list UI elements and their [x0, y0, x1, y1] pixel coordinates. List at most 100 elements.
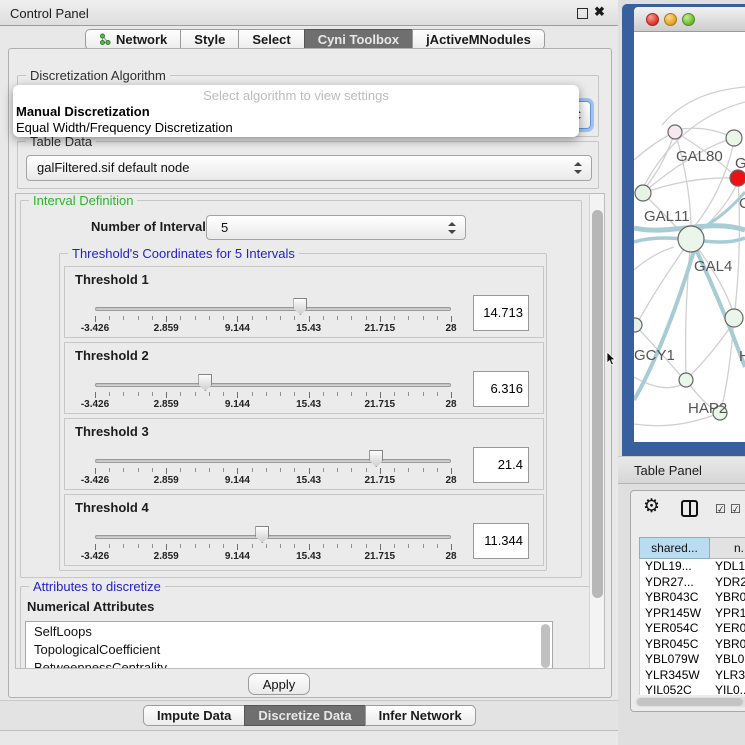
mac-close-button[interactable] — [646, 13, 659, 26]
threshold-panel: Threshold 4-3.4262.8599.14415.4321.71528… — [64, 494, 544, 566]
number-of-intervals-label: Number of Intervals — [91, 219, 213, 234]
settings-scrollbar-thumb[interactable] — [592, 210, 603, 598]
checkbox-icon[interactable]: ☑ — [730, 502, 741, 516]
tab-infer-network[interactable]: Infer Network — [365, 705, 476, 726]
attribute-item-betweennesscentrality[interactable]: BetweennessCentrality — [26, 658, 552, 669]
threshold-value-field[interactable]: 11.344 — [473, 523, 529, 559]
column-header-shared-name[interactable]: shared... — [639, 537, 710, 559]
tab-network[interactable]: Network — [85, 29, 181, 50]
slider-tick — [394, 392, 395, 396]
slider-tick — [280, 316, 281, 320]
tab-cyni-toolbox[interactable]: Cyni Toolbox — [304, 29, 413, 50]
slider-track[interactable] — [95, 535, 451, 539]
mac-minimize-button[interactable] — [664, 13, 677, 26]
slider-tick — [266, 544, 267, 548]
table-row[interactable]: YDL19...YDL1... — [640, 559, 745, 575]
threshold-value-field[interactable]: 14.713 — [473, 295, 529, 331]
popup-item-manual-discretization[interactable]: Manual Discretization — [13, 104, 579, 120]
cell-shared-name: YDL19... — [640, 559, 711, 575]
network-node-selected[interactable] — [730, 170, 745, 186]
slider-tick — [366, 468, 367, 472]
table-row[interactable]: YBL079WYBL0... — [640, 652, 745, 668]
slider-tick — [109, 468, 110, 472]
attribute-item-selfloops[interactable]: SelfLoops — [26, 622, 552, 640]
slider-tick — [223, 468, 224, 472]
slider-thumb[interactable] — [369, 450, 383, 467]
slider-tick — [223, 544, 224, 548]
slider-thumb[interactable] — [293, 298, 307, 315]
slider-tick — [309, 468, 310, 474]
network-node[interactable] — [634, 318, 642, 332]
table-hscrollbar-thumb[interactable] — [637, 698, 743, 706]
slider-tick — [294, 468, 295, 472]
table-hscrollbar-track[interactable] — [635, 697, 745, 707]
threshold-panel: Threshold 2-3.4262.8599.14415.4321.71528… — [64, 342, 544, 414]
network-node[interactable] — [725, 309, 743, 327]
mac-zoom-button[interactable] — [682, 13, 695, 26]
network-view-window: GAL80GACGAL11GAL4GCY1HHAP2 — [622, 4, 745, 456]
table-row[interactable]: YER054CYER0... — [640, 621, 745, 637]
split-panel-icon[interactable] — [681, 500, 698, 517]
tab-discretize-data[interactable]: Discretize Data — [244, 705, 365, 726]
apply-button[interactable]: Apply — [248, 673, 310, 695]
network-graph: GAL80GACGAL11GAL4GCY1HHAP2 — [634, 32, 745, 442]
slider-tick — [437, 316, 438, 320]
table-row[interactable]: YIL052CYIL0... — [640, 683, 745, 695]
slider-tick — [237, 392, 238, 398]
slider-track[interactable] — [95, 383, 451, 387]
table-data-combobox[interactable]: galFiltered.sif default node — [26, 155, 592, 181]
table-row[interactable]: YBR045CYBR0... — [640, 637, 745, 653]
popup-item-equal-width-frequency[interactable]: Equal Width/Frequency Discretization — [13, 120, 579, 136]
network-canvas[interactable]: GAL80GACGAL11GAL4GCY1HHAP2 — [634, 32, 745, 442]
threshold-value-field[interactable]: 6.316 — [473, 371, 529, 407]
attributes-list-scrollbar[interactable] — [541, 624, 550, 668]
cell-shared-name: YIL052C — [640, 683, 711, 695]
slider-track[interactable] — [95, 459, 451, 463]
numerical-attributes-list: SelfLoopsTopologicalCoefficientBetweenne… — [25, 621, 553, 669]
network-node[interactable] — [635, 185, 651, 201]
network-node[interactable] — [678, 226, 704, 252]
slider-tick — [123, 544, 124, 548]
tab-select[interactable]: Select — [238, 29, 304, 50]
tab-impute-data[interactable]: Impute Data — [143, 705, 245, 726]
column-header-name[interactable]: n... — [710, 537, 745, 559]
gear-icon[interactable]: ⚙ — [643, 495, 660, 518]
tab-label: Discretize Data — [258, 708, 351, 723]
network-node-label-hap2: HAP2 — [688, 400, 727, 417]
slider-tick — [323, 392, 324, 396]
slider-tick — [209, 468, 210, 472]
float-window-icon[interactable] — [577, 8, 588, 19]
bottom-tab-strip: Impute Data Discretize Data Infer Network — [0, 700, 618, 731]
threshold-value-field[interactable]: 21.4 — [473, 447, 529, 483]
attribute-item-topologicalcoefficient[interactable]: TopologicalCoefficient — [26, 640, 552, 658]
network-node[interactable] — [726, 130, 742, 146]
slider-tick — [437, 468, 438, 472]
network-node[interactable] — [679, 373, 693, 387]
slider-thumb[interactable] — [255, 526, 269, 543]
network-node[interactable] — [668, 125, 682, 139]
table-row[interactable]: YBR043CYBR0... — [640, 590, 745, 606]
tab-style[interactable]: Style — [180, 29, 239, 50]
table-row[interactable]: YPR145WYPR1... — [640, 606, 745, 622]
slider-tick — [152, 316, 153, 320]
slider-track[interactable] — [95, 307, 451, 311]
settings-scrollbar-track[interactable] — [589, 194, 604, 669]
close-window-icon[interactable]: ✖ — [594, 4, 605, 20]
slider-tick — [95, 544, 96, 550]
slider-tick — [138, 316, 139, 320]
slider-tick — [351, 544, 352, 548]
slider-thumb[interactable] — [198, 374, 212, 391]
table-row[interactable]: YLR345WYLR3... — [640, 668, 745, 684]
screenshot-root: Control Panel ✖ NetworkStyleSelectCyni T… — [0, 0, 745, 745]
number-of-intervals-spinner[interactable]: 5 — [206, 215, 466, 240]
slider-tick-label: -3.426 — [81, 399, 109, 410]
slider-tick-label: -3.426 — [81, 551, 109, 562]
slider-tick — [380, 468, 381, 474]
thresholds-group: Threshold's Coordinates for 5 Intervals … — [59, 253, 547, 571]
table-row[interactable]: YDR27...YDR2... — [640, 575, 745, 591]
checkbox-icon[interactable]: ☑ — [715, 502, 726, 516]
tab-jactivemnodules[interactable]: jActiveMNodules — [412, 29, 545, 50]
slider-tick — [180, 316, 181, 320]
slider-tick-label: -3.426 — [81, 323, 109, 334]
slider-tick-label: 15.43 — [296, 475, 321, 486]
